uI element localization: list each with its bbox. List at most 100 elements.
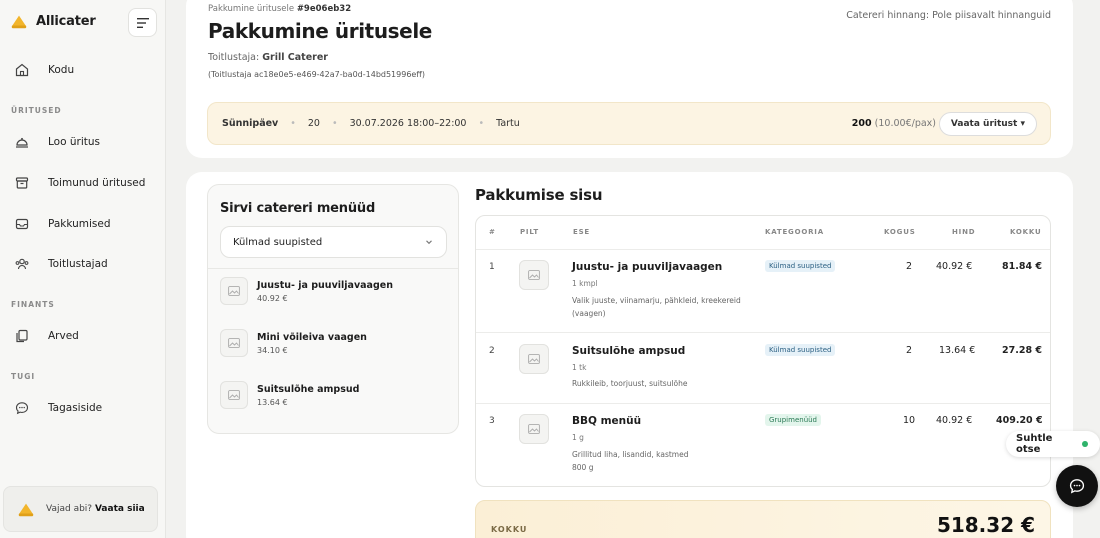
menu-item-price: 34.10 € [257,346,288,355]
divider [208,268,458,269]
row-number: 3 [489,416,495,426]
help-box[interactable]: Vajad abi? Vaata siia [3,486,158,532]
sidebar-item-create-event[interactable]: Loo üritus [14,134,100,150]
sidebar: Allicater Kodu ÜRITUSED Loo üritus Toimu… [0,0,166,538]
sidebar-item-label: Toimunud üritused [48,177,146,189]
logo-icon [11,15,27,29]
sidebar-item-home[interactable]: Kodu [14,62,74,78]
image-placeholder-icon [220,277,248,305]
sidebar-item-label: Loo üritus [48,136,100,148]
row-item-desc-extra: 800 g [572,463,594,472]
row-item-desc: Valik juuste, viinamarju, pähkleid, kree… [572,296,741,318]
sidebar-item-invoices[interactable]: Arved [14,328,79,344]
menu-item[interactable]: Mini võileiva vaagen 34.10 € [220,329,367,357]
category-select[interactable]: Külmad suupisted [220,226,447,258]
section-support: TUGI [11,372,36,381]
divider [476,249,1050,250]
menu-item[interactable]: Suitsulõhe ampsud 13.64 € [220,381,359,409]
brand[interactable]: Allicater [10,12,96,30]
home-icon [15,63,29,77]
row-number: 1 [489,262,495,272]
caterer-line: Toitlustaja: Grill Caterer [208,52,328,63]
row-item-name: BBQ menüü [572,415,642,427]
sidebar-item-past-events[interactable]: Toimunud üritused [14,175,145,191]
row-item-name: Suitsulõhe ampsud [572,345,686,357]
row-price: 40.92 € [936,415,973,426]
page-title: Pakkumine üritusele [208,19,432,43]
sidebar-item-offers[interactable]: Pakkumised [14,216,111,232]
users-icon [15,258,29,270]
offer-id: Pakkumine üritusele #9e06eb32 [208,4,352,14]
archive-icon [15,177,29,189]
row-number: 2 [489,346,495,356]
total-bar: KOKKU 518.32 € [475,500,1051,538]
copy-icon [16,329,28,343]
row-item-desc: Rukkileib, toorjuust, suitsulõhe [572,379,688,388]
brand-name: Allicater [36,13,96,29]
menu-item-price: 40.92 € [257,294,288,303]
chevron-down-icon [426,240,432,245]
image-placeholder-icon [519,260,549,290]
menu-toggle-button[interactable] [128,8,157,37]
row-item-unit: 1 tk [572,363,587,372]
separator-dot: • [290,118,296,129]
menu-item-name: Mini võileiva vaagen [257,332,367,343]
menu-item-name: Juustu- ja puuviljavaagen [257,280,393,291]
chat-label: Suhtle otse [1016,433,1053,455]
category-select-value: Külmad suupisted [233,236,323,248]
chat-bubble-icon [15,402,29,415]
row-total: 27.28 € [1002,345,1042,356]
browse-title: Sirvi catereri menüüd [220,201,376,216]
category-badge: Külmad suupisted [765,344,836,356]
event-guests: 20 [307,118,320,129]
sidebar-item-label: Kodu [48,64,75,76]
category-badge: Külmad suupisted [765,260,836,272]
help-text: Vajad abi? Vaata siia [46,504,145,514]
online-status-dot [1082,441,1088,447]
divider [476,403,1050,404]
row-price: 13.64 € [939,345,976,356]
help-link[interactable]: Vaata siia [95,504,145,514]
direct-chat-label[interactable]: Suhtle otse [1006,431,1100,457]
column-header-num: # [489,228,496,236]
image-placeholder-icon [220,381,248,409]
sidebar-item-label: Toitlustajad [48,258,108,270]
category-badge: Grupimenüüd [765,414,822,426]
sidebar-item-label: Tagasiside [48,402,103,414]
column-header-category: KATEGOORIA [765,228,824,236]
event-datetime: 30.07.2026 18:00–22:00 [349,118,467,129]
divider [476,332,1050,333]
total-value: 518.32 € [936,513,1035,537]
inbox-icon [15,218,29,230]
row-price: 40.92 € [936,261,973,272]
chat-bubble-icon [1069,479,1085,494]
column-header-item: ESE [573,228,591,236]
menu-item-price: 13.64 € [257,398,288,407]
column-header-qty: KOGUS [884,228,916,236]
event-budget: 200 (10.00€/pax) [851,118,936,129]
row-qty: 2 [906,345,913,356]
menu-icon [136,17,149,28]
browse-menu-panel: Sirvi catereri menüüd Külmad suupisted J… [207,184,459,434]
view-event-button[interactable]: Vaata üritust ▾ [938,112,1037,136]
sidebar-item-label: Pakkumised [48,218,111,230]
sidebar-item-label: Arved [48,330,79,342]
sidebar-item-caterers[interactable]: Toitlustajad [14,256,108,272]
image-placeholder-icon [220,329,248,357]
caterer-id: (Toitlustaja ac18e0e5-e469-42a7-ba0d-14b… [208,70,425,79]
menu-item-name: Suitsulõhe ampsud [257,384,360,395]
offer-table: # PILT ESE KATEGOORIA KOGUS HIND KOKKU 1… [475,215,1051,487]
chat-button[interactable] [1056,465,1098,507]
row-item-unit: 1 g [572,433,584,442]
image-placeholder-icon [519,344,549,374]
event-summary-bar: Sünnipäev • 20 • 30.07.2026 18:00–22:00 … [207,102,1051,145]
logo-icon [18,503,34,517]
row-total: 81.84 € [1002,261,1042,272]
offer-content-title: Pakkumise sisu [475,186,603,204]
menu-item[interactable]: Juustu- ja puuviljavaagen 40.92 € [220,277,393,305]
row-qty: 10 [903,415,916,426]
separator-dot: • [331,118,338,129]
sidebar-item-feedback[interactable]: Tagasiside [14,400,102,416]
row-total: 409.20 € [996,415,1043,426]
event-location: Tartu [496,118,520,129]
